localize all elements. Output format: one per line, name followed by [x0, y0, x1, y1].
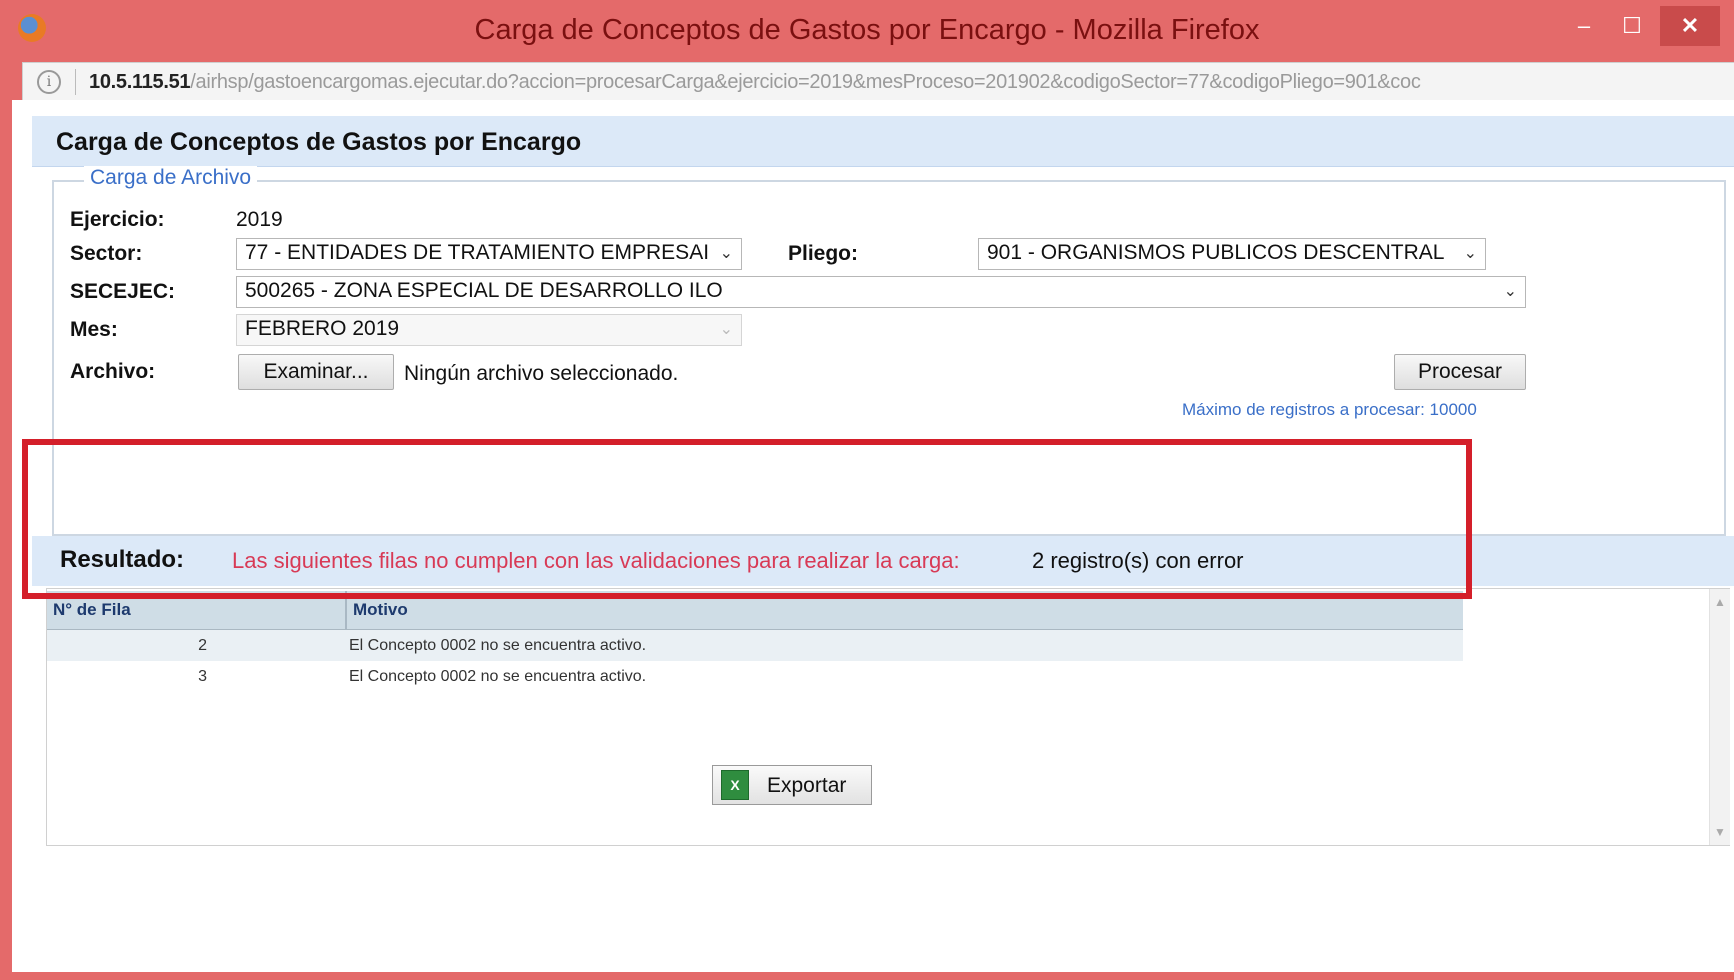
pliego-label: Pliego: [788, 242, 859, 265]
table-scrollbar[interactable]: ▲ ▼ [1709, 589, 1730, 845]
mes-select[interactable]: FEBRERO 2019 ⌄ [236, 314, 742, 346]
maximize-button[interactable]: ☐ [1610, 6, 1654, 46]
address-bar[interactable]: i 10.5.115.51/airhsp/gastoencargomas.eje… [22, 62, 1734, 102]
export-label: Exportar [767, 774, 847, 797]
window-title: Carga de Conceptos de Gastos por Encargo… [474, 14, 1260, 46]
secejec-select[interactable]: 500265 - ZONA ESPECIAL DE DESARROLLO ILO… [236, 276, 1526, 308]
secejec-select-value: 500265 - ZONA ESPECIAL DE DESARROLLO ILO [245, 279, 723, 302]
pliego-select-value: 901 - ORGANISMOS PUBLICOS DESCENTRAL [987, 241, 1445, 264]
row-fila: 3 [198, 668, 207, 685]
minimize-button[interactable]: – [1562, 6, 1606, 46]
chevron-down-icon: ⌄ [1503, 283, 1517, 300]
sector-select-value: 77 - ENTIDADES DE TRATAMIENTO EMPRESAI [245, 241, 710, 264]
row-fila: 2 [198, 637, 207, 654]
scroll-up-icon[interactable]: ▲ [1714, 595, 1726, 609]
title-bar: Carga de Conceptos de Gastos por Encargo… [0, 0, 1734, 62]
ejercicio-label: Ejercicio: [70, 208, 165, 231]
column-header-fila[interactable]: N° de Fila [47, 591, 347, 629]
browser-window: Carga de Conceptos de Gastos por Encargo… [0, 0, 1734, 980]
export-button[interactable]: X Exportar [712, 765, 872, 805]
mes-select-value: FEBRERO 2019 [245, 317, 400, 340]
page-title: Carga de Conceptos de Gastos por Encargo [56, 128, 582, 156]
row-motivo: El Concepto 0002 no se encuentra activo. [349, 637, 647, 654]
result-table: N° de Fila Motivo 2 El Concepto 0002 no … [46, 588, 1730, 846]
archivo-label: Archivo: [70, 360, 156, 383]
secejec-label: SECEJEC: [70, 280, 176, 303]
scroll-down-icon[interactable]: ▼ [1714, 825, 1726, 839]
chevron-down-icon: ⌄ [719, 321, 733, 338]
page-header: Carga de Conceptos de Gastos por Encargo [32, 116, 1734, 167]
result-title: Resultado: [60, 546, 185, 573]
url-host: 10.5.115.51 [89, 71, 191, 93]
result-error-count: 2 registro(s) con error [1032, 548, 1244, 573]
table-row[interactable]: 3 El Concepto 0002 no se encuentra activ… [47, 661, 1463, 692]
mes-label: Mes: [70, 318, 118, 341]
sector-label: Sector: [70, 242, 143, 265]
result-error-message: Las siguientes filas no cumplen con las … [232, 548, 960, 573]
address-separator [75, 69, 76, 95]
page-content: Carga de Conceptos de Gastos por Encargo… [12, 100, 1734, 972]
url-text: 10.5.115.51/airhsp/gastoencargomas.ejecu… [89, 71, 1421, 94]
sector-select[interactable]: 77 - ENTIDADES DE TRATAMIENTO EMPRESAI ⌄ [236, 238, 742, 270]
close-button[interactable]: ✕ [1660, 6, 1720, 46]
upload-fieldset: Carga de Archivo Ejercicio: 2019 Sector:… [52, 166, 1726, 536]
file-status-text: Ningún archivo seleccionado. [404, 362, 679, 385]
ejercicio-value: 2019 [236, 208, 283, 231]
result-header: Resultado: Las siguientes filas no cumpl… [32, 536, 1734, 586]
pliego-select[interactable]: 901 - ORGANISMOS PUBLICOS DESCENTRAL ⌄ [978, 238, 1486, 270]
table-row[interactable]: 2 El Concepto 0002 no se encuentra activ… [47, 630, 1463, 661]
chevron-down-icon: ⌄ [1463, 245, 1477, 262]
procesar-button[interactable]: Procesar [1394, 354, 1526, 390]
url-path: /airhsp/gastoencargomas.ejecutar.do?acci… [190, 71, 1421, 93]
info-icon[interactable]: i [37, 70, 61, 94]
examinar-button[interactable]: Examinar... [238, 354, 394, 390]
fieldset-legend: Carga de Archivo [84, 166, 258, 190]
chevron-down-icon: ⌄ [719, 245, 733, 262]
row-motivo: El Concepto 0002 no se encuentra activo. [349, 668, 647, 685]
column-header-motivo[interactable]: Motivo [347, 591, 1463, 629]
max-records-note: Máximo de registros a procesar: 10000 [1182, 400, 1477, 419]
excel-icon: X [721, 770, 749, 800]
table-header: N° de Fila Motivo [47, 591, 1463, 630]
